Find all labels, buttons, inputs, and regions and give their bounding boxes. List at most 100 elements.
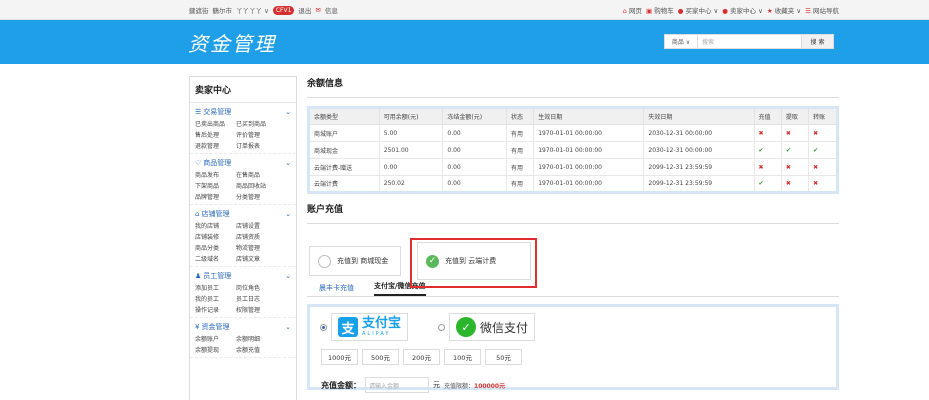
table-cell: 云端计费 bbox=[308, 175, 380, 193]
pay-option-wechat[interactable]: ✓ 微信支付 bbox=[438, 313, 536, 341]
logout-link[interactable]: 退出 bbox=[298, 5, 311, 15]
top-link-cart[interactable]: ▣ 购物车 bbox=[646, 5, 674, 15]
top-link-buyer[interactable]: ● 买家中心 ∨ bbox=[678, 5, 719, 15]
top-link-label: 卖家中心 ∨ bbox=[730, 7, 763, 15]
sidebar-item[interactable]: 我的员工 bbox=[195, 294, 236, 303]
top-link-label: 网站导航 bbox=[813, 7, 839, 15]
sidebar-group-title: 交易管理 bbox=[203, 108, 232, 116]
column-header: 状态 bbox=[505, 107, 535, 125]
sidebar-item[interactable]: 员工日志 bbox=[236, 294, 277, 303]
sidebar-item[interactable]: 下架商品 bbox=[195, 181, 236, 190]
sidebar-item[interactable]: 店铺设置 bbox=[236, 221, 277, 230]
sidebar-group-title: 店铺管理 bbox=[201, 210, 230, 218]
sidebar-group-header[interactable]: ¥ 资金管理 ⌄ bbox=[195, 322, 291, 332]
top-link-sitemap[interactable]: ☰ 网站导航 bbox=[805, 5, 839, 15]
sidebar-group-header[interactable]: ⌂ 店铺管理 ⌄ bbox=[195, 209, 291, 219]
table-cell: 1970-01-01 00:00:00 bbox=[533, 175, 645, 193]
sidebar-item[interactable]: 我的店铺 bbox=[195, 221, 236, 230]
sidebar-item[interactable]: 售后处理 bbox=[195, 130, 236, 139]
sidebar-group: ♡ 商品管理 ⌄ 商品发布 在售商品 下架商品 商品回收站 品牌管理 分类管理 bbox=[190, 154, 296, 205]
radio-selected-icon bbox=[320, 323, 327, 331]
sidebar-group-header[interactable]: ♟ 员工管理 ⌄ bbox=[195, 271, 291, 281]
table-cell: 有用 bbox=[505, 141, 535, 159]
sidebar-group: ⌂ 店铺管理 ⌄ 我的店铺 店铺设置 店铺装修 店铺资质 商品分类 物流管理 二级域名 店铺文章 bbox=[190, 205, 296, 267]
amount-input[interactable]: 请输入金额 bbox=[365, 377, 429, 393]
sidebar-item[interactable]: 店铺资质 bbox=[236, 232, 277, 241]
check-icon[interactable]: ✔ bbox=[780, 141, 810, 159]
sidebar-group: ¥ 资金管理 ⌄ 余额账户 余额明细 余额提现 余额充值 bbox=[190, 318, 296, 358]
sidebar-item[interactable]: 店铺文章 bbox=[236, 254, 277, 263]
top-link-seller[interactable]: ● 卖家中心 ∨ bbox=[722, 5, 763, 15]
list-icon: ☰ bbox=[805, 7, 811, 15]
sidebar-item[interactable]: 商品回收站 bbox=[236, 181, 277, 190]
column-header: 生效日期 bbox=[533, 107, 645, 125]
amount-preset-button[interactable]: 1000元 bbox=[321, 349, 358, 365]
sidebar-group-header[interactable]: ☰ 交易管理 ⌄ bbox=[195, 107, 291, 117]
sidebar-item[interactable]: 品牌管理 bbox=[195, 192, 236, 201]
sidebar-item[interactable]: 已卖出商品 bbox=[195, 119, 236, 128]
sidebar-item[interactable]: 岗位角色 bbox=[236, 283, 277, 292]
sidebar-item[interactable]: 权限管理 bbox=[236, 305, 277, 314]
sidebar-item[interactable]: 商品分类 bbox=[195, 243, 236, 252]
amount-presets: 1000元 500元 200元 100元 50元 bbox=[321, 349, 522, 365]
check-icon[interactable]: ✔ bbox=[753, 175, 782, 193]
sidebar-item[interactable]: 店铺装修 bbox=[195, 232, 236, 241]
column-header: 失效日期 bbox=[643, 107, 755, 125]
column-header: 可用余额(元) bbox=[378, 107, 444, 125]
top-bar-user[interactable]: 丫丫丫丫 ∨ bbox=[236, 5, 269, 15]
wechat-logo: ✓ 微信支付 bbox=[449, 313, 536, 341]
column-header: 提取 bbox=[780, 107, 810, 125]
sidebar-item[interactable]: 退款管理 bbox=[195, 141, 236, 150]
sidebar-item[interactable]: 订单报表 bbox=[236, 141, 277, 150]
amount-preset-button[interactable]: 200元 bbox=[403, 349, 440, 365]
balance-section-title: 余额信息 bbox=[307, 76, 839, 98]
page-logo: 资金管理 bbox=[188, 32, 276, 56]
sidebar-item[interactable]: 余额账户 bbox=[195, 334, 236, 343]
sidebar-item[interactable]: 物流管理 bbox=[236, 243, 277, 252]
sidebar-item[interactable]: 余额充值 bbox=[236, 345, 277, 354]
cross-icon: ✖ bbox=[808, 158, 838, 176]
sidebar-item[interactable]: 评价管理 bbox=[236, 130, 277, 139]
amount-preset-button[interactable]: 500元 bbox=[362, 349, 399, 365]
sidebar-item[interactable]: 操作记录 bbox=[195, 305, 236, 314]
wechat-icon: ✓ bbox=[456, 317, 476, 337]
pay-option-alipay[interactable]: 支 支付宝 ALIPAY bbox=[320, 313, 409, 341]
search-input[interactable]: 搜索 bbox=[698, 34, 802, 49]
top-link-home[interactable]: ⌂ 网页 bbox=[623, 5, 642, 15]
check-icon[interactable]: ✔ bbox=[808, 141, 838, 159]
top-link-label: 买家中心 ∨ bbox=[685, 7, 719, 15]
table-cell: 5.00 bbox=[378, 124, 444, 142]
tab-card-recharge[interactable]: 晨丰卡充值 bbox=[319, 283, 354, 296]
sidebar-item[interactable]: 在售商品 bbox=[236, 170, 277, 179]
alipay-en-label: ALIPAY bbox=[362, 331, 391, 337]
column-header: 余额类型 bbox=[308, 107, 380, 125]
sidebar-item[interactable]: 分类管理 bbox=[236, 192, 277, 201]
sidebar-group-header[interactable]: ♡ 商品管理 ⌄ bbox=[195, 158, 291, 168]
payment-panel: 支 支付宝 ALIPAY ✓ 微信支付 1000元 500元 200元 100元 … bbox=[307, 304, 839, 393]
option-mall-cash[interactable]: 充值到 商城现金 bbox=[309, 246, 401, 276]
highlight-box bbox=[410, 238, 537, 288]
sidebar-item[interactable]: 已买到商品 bbox=[236, 119, 277, 128]
chevron-down-icon: ⌄ bbox=[285, 159, 291, 167]
top-link-favorites[interactable]: ★ 收藏夹 ∨ bbox=[767, 5, 801, 15]
table-cell: 2099-12-31 23:59:59 bbox=[643, 158, 755, 176]
amount-preset-button[interactable]: 50元 bbox=[485, 349, 522, 365]
sidebar-item[interactable]: 二级域名 bbox=[195, 254, 236, 263]
table-cell: 商城现金 bbox=[308, 141, 380, 159]
sidebar-item[interactable]: 余额提现 bbox=[195, 345, 236, 354]
message-link[interactable]: 信息 bbox=[325, 5, 338, 15]
money-icon: ¥ bbox=[195, 323, 200, 331]
sidebar-group: ☰ 交易管理 ⌄ 已卖出商品 已买到商品 售后处理 评价管理 退款管理 订单报表 bbox=[190, 103, 296, 154]
sidebar-item[interactable]: 余额明细 bbox=[236, 334, 277, 343]
search-type-select[interactable]: 商品 ∨ bbox=[664, 34, 698, 49]
sidebar-item[interactable]: 添加员工 bbox=[195, 283, 236, 292]
check-icon[interactable]: ✔ bbox=[753, 141, 782, 159]
recharge-limit: 充值限额：100000元 bbox=[444, 381, 505, 390]
sidebar-item[interactable]: 商品发布 bbox=[195, 170, 236, 179]
search-button[interactable]: 搜 索 bbox=[802, 34, 834, 49]
cross-icon: ✖ bbox=[808, 175, 838, 193]
payment-tabs: 晨丰卡充值 支付宝/微信充值 bbox=[307, 280, 839, 297]
recharge-section-title: 账户充值 bbox=[307, 202, 839, 224]
cross-icon: ✖ bbox=[780, 124, 810, 142]
amount-preset-button[interactable]: 100元 bbox=[444, 349, 481, 365]
